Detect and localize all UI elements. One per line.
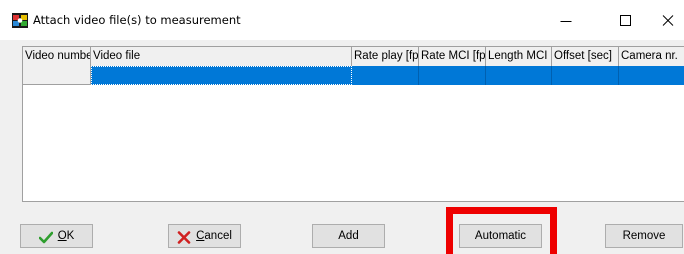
minimize-icon [560,21,572,22]
ok-button-label: OK [58,225,75,247]
cancel-button-label: Cancel [196,225,232,247]
window-title: Attach video file(s) to measurement [33,13,241,27]
x-icon [177,230,191,244]
cell-camera-nr[interactable] [619,66,684,85]
column-header-rate-play[interactable]: Rate play [fps [352,47,419,66]
automatic-button[interactable]: Automatic [459,224,542,248]
remove-button[interactable]: Remove [605,224,683,248]
column-header-rate-mci[interactable]: Rate MCI [fps [419,47,486,66]
ok-button[interactable]: OK [20,224,93,248]
ok-mnemonic: O [57,230,67,242]
maximize-icon [620,15,631,26]
column-header-video-file[interactable]: Video file [91,47,352,66]
table-row[interactable] [23,66,684,85]
row-header-cell[interactable] [23,66,91,85]
grid-header-row: Video number Video file Rate play [fps R… [23,47,684,66]
cell-rate-mci[interactable] [419,66,486,85]
title-bar: Attach video file(s) to measurement [0,0,684,40]
cell-rate-play[interactable] [352,66,419,85]
column-header-video-number[interactable]: Video number [23,47,91,66]
camera-icon [12,13,28,28]
minimize-button[interactable] [546,0,586,40]
dialog-body: Video number Video file Rate play [fps R… [0,40,684,254]
video-grid[interactable]: Video number Video file Rate play [fps R… [22,46,684,202]
cell-length-mci[interactable] [486,66,552,85]
maximize-button[interactable] [606,0,646,40]
column-header-camera-nr[interactable]: Camera nr. [619,47,684,66]
close-icon [662,15,674,26]
checkmark-icon [38,230,53,243]
cell-offset[interactable] [552,66,619,85]
column-header-offset[interactable]: Offset [sec] [552,47,619,66]
cancel-label-rest: ancel [204,230,232,242]
cell-video-file[interactable] [91,66,352,85]
close-button[interactable] [648,0,684,40]
add-button[interactable]: Add [312,224,385,248]
cancel-button[interactable]: Cancel [168,224,241,248]
ok-label-rest: K [66,230,75,242]
column-header-length-mci[interactable]: Length MCI [s [486,47,552,66]
